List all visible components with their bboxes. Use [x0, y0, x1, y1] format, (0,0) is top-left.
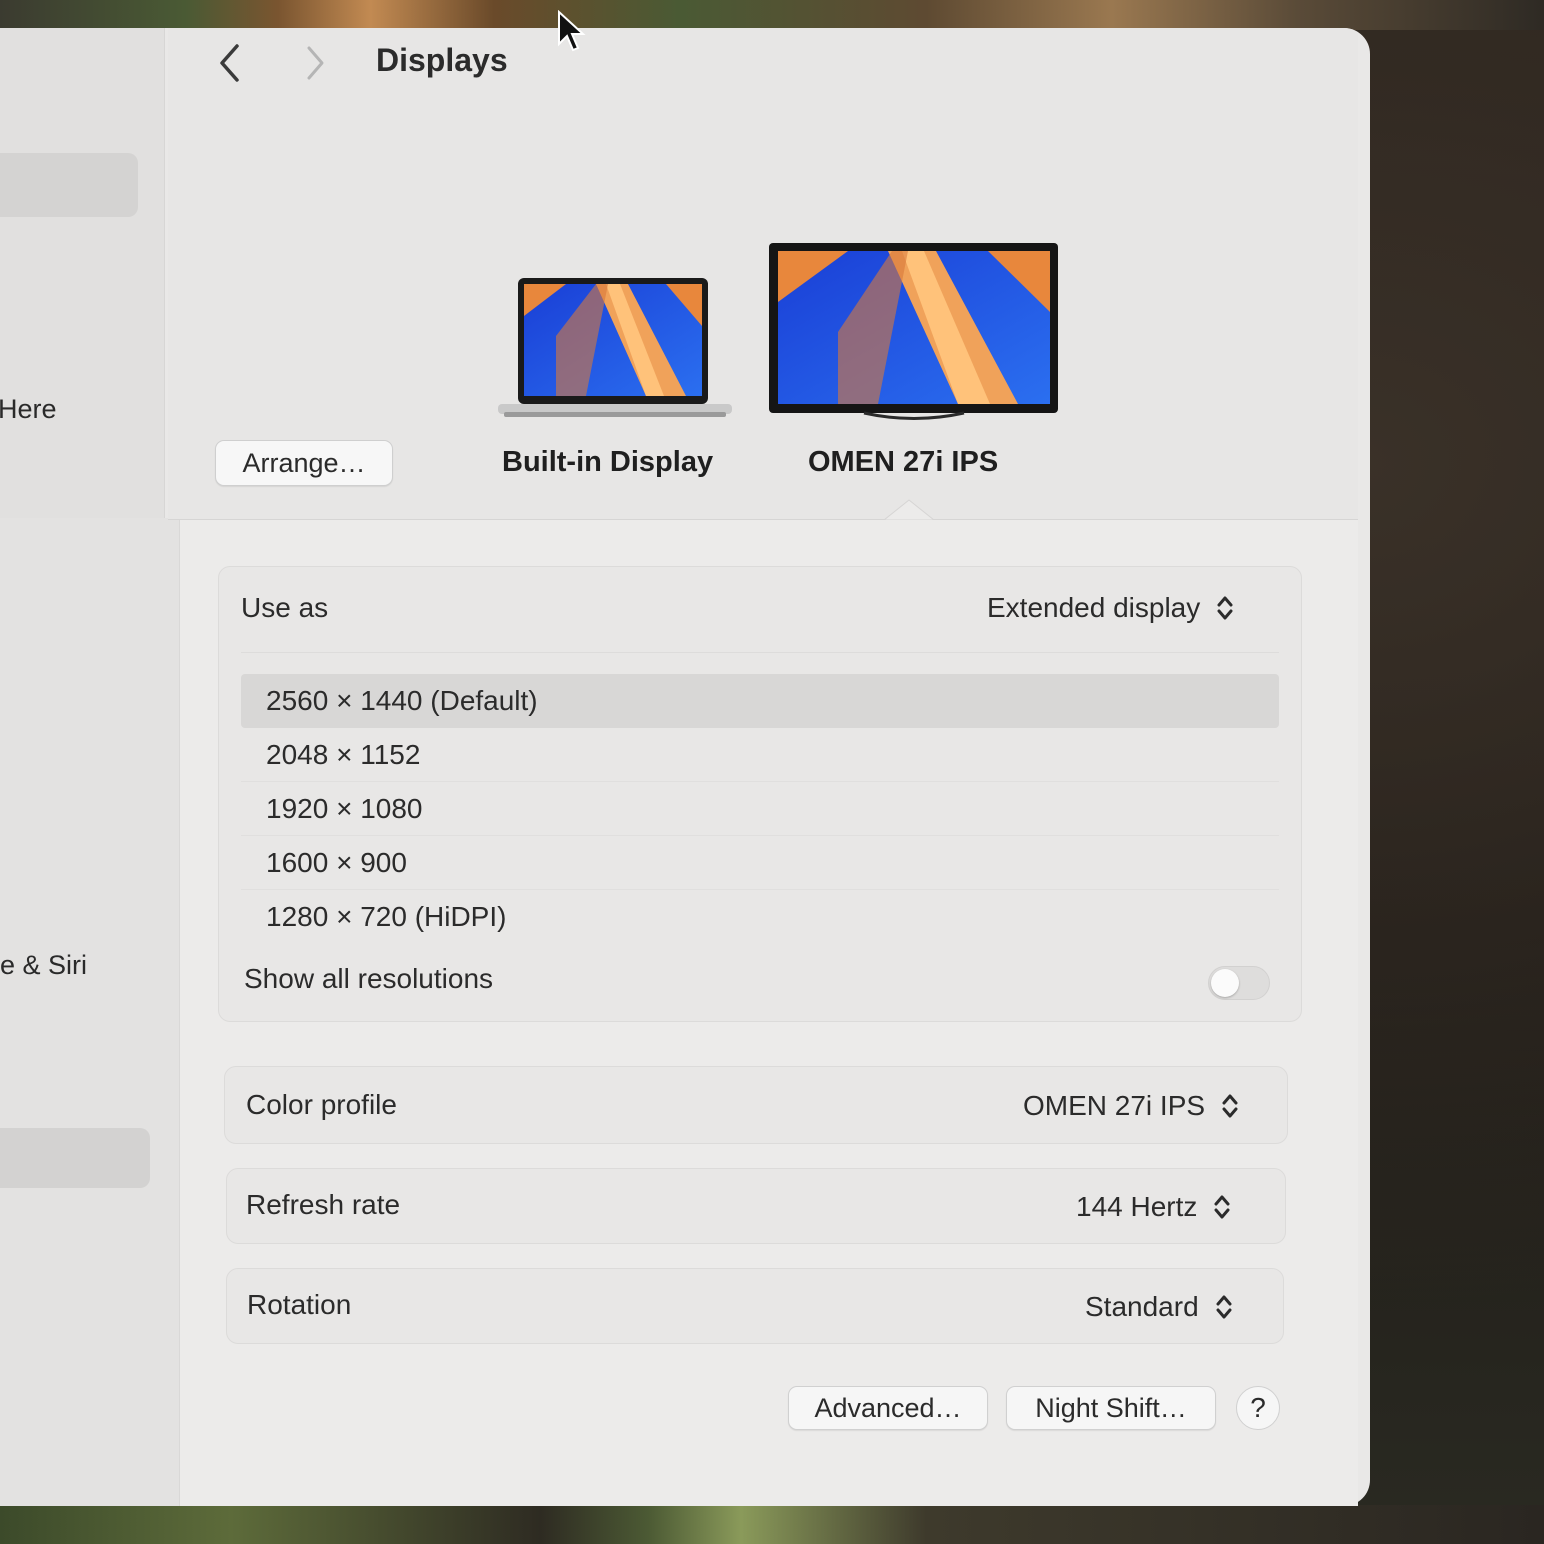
built-in-display-thumbnail[interactable] [496, 276, 734, 429]
resolution-option[interactable]: 1920 × 1080 [241, 782, 1279, 836]
mouse-pointer-icon [558, 10, 586, 52]
color-profile-value: OMEN 27i IPS [1023, 1090, 1206, 1121]
up-down-chevron-icon [1217, 596, 1233, 620]
laptop-icon [498, 278, 732, 417]
rotation-value: Standard [1085, 1291, 1199, 1322]
selection-caret-icon [884, 499, 934, 520]
desktop-background-top [0, 0, 1544, 30]
resolution-option[interactable]: 1280 × 720 (HiDPI) [241, 890, 1279, 944]
show-all-resolutions-label: Show all resolutions [244, 963, 494, 994]
refresh-rate-label: Refresh rate [246, 1189, 401, 1220]
show-all-resolutions-toggle[interactable] [1208, 966, 1270, 1000]
use-as-popup[interactable]: Extended display [987, 592, 1236, 624]
use-as-label: Use as [241, 592, 329, 623]
sidebar-item-selected[interactable] [0, 1128, 150, 1188]
color-profile-label: Color profile [246, 1089, 397, 1120]
back-button[interactable] [210, 38, 250, 88]
divider [241, 652, 1279, 653]
resolution-option[interactable]: 2048 × 1152 [241, 728, 1279, 782]
omen-display-label[interactable]: OMEN 27i IPS [808, 446, 998, 479]
refresh-rate-value: 144 Hertz [1076, 1191, 1198, 1222]
page-title: Displays [376, 42, 508, 78]
arrange-button[interactable]: Arrange… [215, 440, 393, 486]
color-profile-popup[interactable]: OMEN 27i IPS [1023, 1090, 1241, 1122]
use-as-value: Extended display [987, 592, 1201, 623]
up-down-chevron-icon [1222, 1094, 1238, 1118]
night-shift-button[interactable]: Night Shift… [1006, 1386, 1216, 1430]
desktop-background-bottom [0, 1505, 1544, 1544]
resolution-option[interactable]: 1600 × 900 [241, 836, 1279, 890]
help-button[interactable]: ? [1236, 1386, 1280, 1430]
sidebar-search-field[interactable] [0, 153, 138, 217]
chevron-left-icon [220, 44, 239, 82]
rotation-label: Rotation [247, 1289, 352, 1320]
up-down-chevron-icon [1216, 1295, 1232, 1319]
omen-display-thumbnail[interactable] [768, 242, 1060, 429]
up-down-chevron-icon [1214, 1195, 1230, 1219]
forward-button[interactable] [296, 38, 336, 88]
sidebar-lower: e & Siri [0, 518, 180, 1506]
chevron-right-icon [307, 46, 324, 80]
toggle-knob [1211, 969, 1239, 997]
sidebar-item-label[interactable]: e & Siri [0, 950, 87, 981]
refresh-rate-popup[interactable]: 144 Hertz [1076, 1191, 1233, 1223]
built-in-display-label[interactable]: Built-in Display [502, 446, 713, 479]
rotation-popup[interactable]: Standard [1085, 1291, 1235, 1323]
resolution-option-selected[interactable]: 2560 × 1440 (Default) [241, 674, 1279, 728]
sidebar-item-label[interactable]: Here [0, 394, 57, 425]
advanced-button[interactable]: Advanced… [788, 1386, 988, 1430]
monitor-icon [769, 243, 1058, 420]
